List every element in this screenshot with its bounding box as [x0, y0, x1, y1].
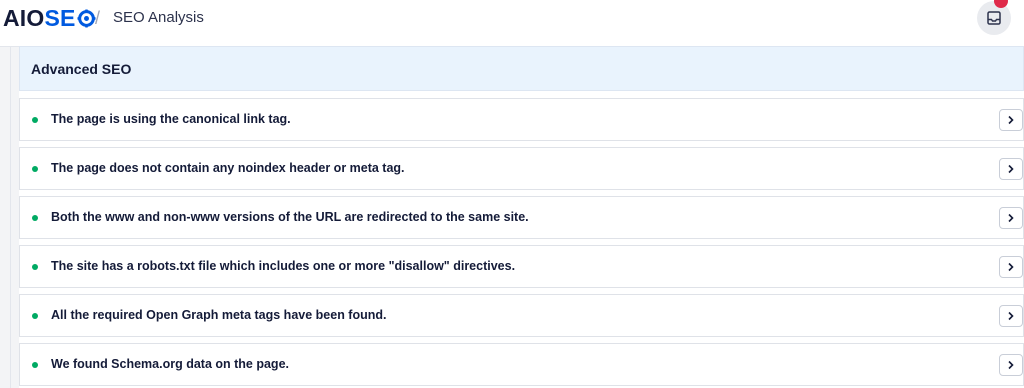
logo-text-seo: SE [45, 5, 96, 32]
top-bar: AIO SE / SEO Analysis [0, 0, 1024, 47]
check-item-canonical-tag[interactable]: The page is using the canonical link tag… [19, 98, 1024, 141]
expand-button[interactable] [999, 256, 1023, 278]
check-item-robots-txt[interactable]: The site has a robots.txt file which inc… [19, 245, 1024, 288]
logo-text-aio: AIO [3, 4, 45, 31]
expand-button[interactable] [999, 305, 1023, 327]
check-item-label: The site has a robots.txt file which inc… [51, 259, 516, 273]
advanced-seo-card: Advanced SEO The page is using the canon… [19, 46, 1024, 388]
check-item-open-graph[interactable]: All the required Open Graph meta tags ha… [19, 294, 1024, 337]
section-header: Advanced SEO [19, 46, 1024, 91]
chevron-right-icon [1008, 262, 1014, 272]
breadcrumb-separator: / [95, 8, 101, 28]
expand-button[interactable] [999, 207, 1023, 229]
chevron-right-icon [1008, 213, 1014, 223]
expand-button[interactable] [999, 158, 1023, 180]
status-dot-passed [32, 264, 38, 270]
check-item-noindex[interactable]: The page does not contain any noindex he… [19, 147, 1024, 190]
status-dot-passed [32, 117, 38, 123]
inbox-tray-icon [987, 11, 1001, 25]
check-item-label: All the required Open Graph meta tags ha… [51, 308, 387, 322]
status-dot-passed [32, 215, 38, 221]
logo-text-se: SE [44, 4, 76, 31]
aioseo-logo[interactable]: AIO SE [3, 4, 96, 32]
check-item-label: Both the www and non-www versions of the… [51, 210, 529, 224]
chevron-right-icon [1008, 164, 1014, 174]
check-item-label: The page does not contain any noindex he… [51, 161, 405, 175]
notifications-inbox-button[interactable] [977, 1, 1011, 35]
logo-gear-icon [77, 8, 96, 28]
sidebar-divider [10, 46, 11, 388]
section-title: Advanced SEO [31, 61, 132, 77]
check-item-label: We found Schema.org data on the page. [51, 357, 289, 371]
check-item-schema[interactable]: We found Schema.org data on the page. [19, 343, 1024, 386]
chevron-right-icon [1008, 360, 1014, 370]
status-dot-passed [32, 313, 38, 319]
chevron-right-icon [1008, 115, 1014, 125]
check-item-label: The page is using the canonical link tag… [51, 112, 291, 126]
status-dot-passed [32, 166, 38, 172]
chevron-right-icon [1008, 311, 1014, 321]
breadcrumb-page-title: SEO Analysis [113, 9, 204, 26]
expand-button[interactable] [999, 109, 1023, 131]
status-dot-passed [32, 362, 38, 368]
expand-button[interactable] [999, 354, 1023, 376]
check-item-www-redirect[interactable]: Both the www and non-www versions of the… [19, 196, 1024, 239]
